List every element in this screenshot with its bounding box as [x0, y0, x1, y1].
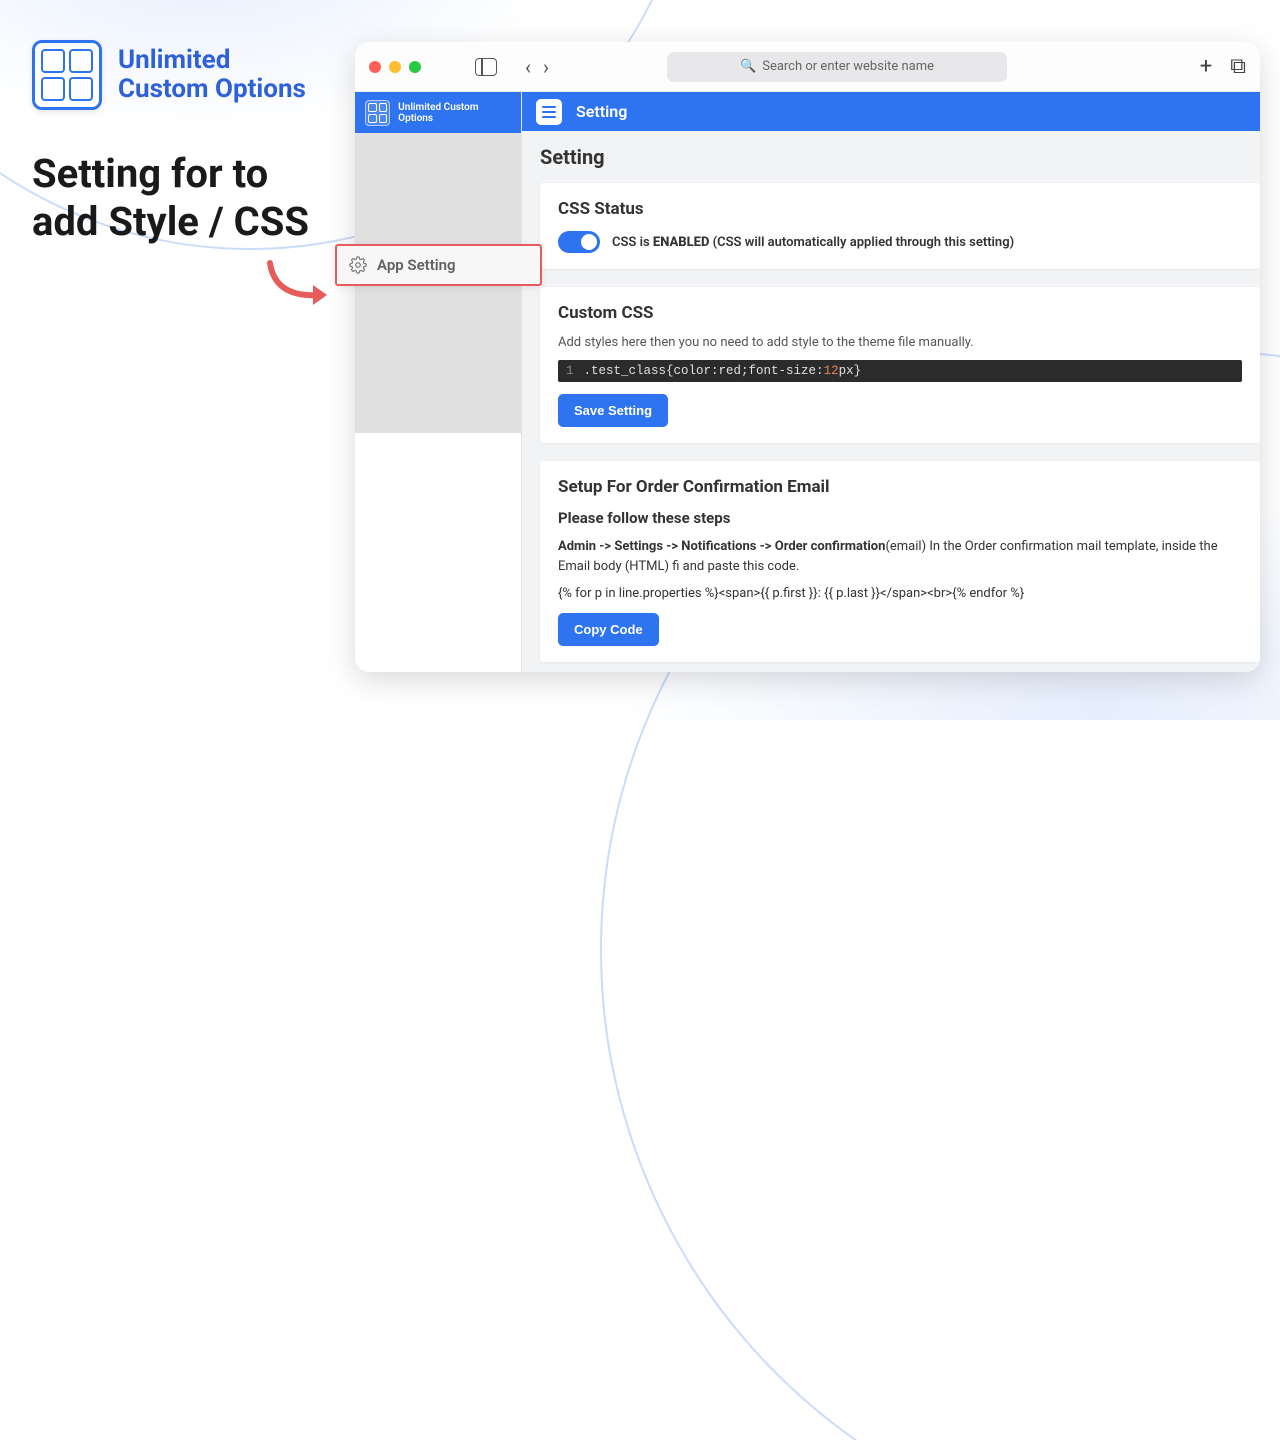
css-editor[interactable]: 1 .test_class{color:red;font-size:12px}	[558, 360, 1242, 382]
gear-icon	[349, 256, 367, 274]
custom-css-title: Custom CSS	[558, 303, 1242, 323]
menu-toggle-button[interactable]	[536, 99, 562, 125]
section-title: Setting	[540, 145, 1260, 169]
sidebar-toggle-icon[interactable]	[475, 58, 497, 76]
browser-window: ‹ › 🔍 Search or enter website name + ⧉ U…	[355, 42, 1260, 672]
sidebar-logo-icon	[365, 100, 390, 126]
custom-css-card: Custom CSS Add styles here then you no n…	[540, 287, 1260, 443]
url-placeholder: Search or enter website name	[762, 59, 934, 74]
css-status-toggle[interactable]	[558, 231, 600, 253]
promo-heading: Setting for to add Style / CSS	[32, 150, 332, 246]
css-status-title: CSS Status	[558, 199, 1242, 219]
order-email-title: Setup For Order Confirmation Email	[558, 477, 1242, 497]
tabs-overview-button[interactable]: ⧉	[1230, 54, 1246, 79]
copy-code-button[interactable]: Copy Code	[558, 613, 659, 646]
custom-css-hint: Add styles here then you no need to add …	[558, 335, 1242, 350]
css-status-label: CSS is ENABLED (CSS will automatically a…	[612, 235, 1014, 250]
css-code: .test_class{color:red;font-size:12px}	[584, 364, 862, 378]
order-email-instructions: Admin -> Settings -> Notifications -> Or…	[558, 537, 1242, 576]
close-window-button[interactable]	[369, 61, 381, 73]
page-header-title: Setting	[576, 102, 627, 121]
browser-titlebar: ‹ › 🔍 Search or enter website name + ⧉	[355, 42, 1260, 92]
sidebar-app-name: Unlimited Custom Options	[398, 102, 511, 124]
window-controls	[369, 61, 421, 73]
order-email-subheading: Please follow these steps	[558, 509, 1242, 527]
order-email-card: Setup For Order Confirmation Email Pleas…	[540, 461, 1260, 662]
minimize-window-button[interactable]	[389, 61, 401, 73]
app-logo-icon	[32, 40, 102, 110]
order-email-code: {% for p in line.properties %}<span>{{ p…	[558, 586, 1242, 601]
new-tab-button[interactable]: +	[1200, 54, 1212, 79]
line-number: 1	[566, 364, 574, 378]
page-header: Setting	[522, 92, 1260, 131]
sidebar-header: Unlimited Custom Options	[355, 92, 521, 133]
forward-button[interactable]: ›	[539, 53, 553, 81]
app-name: Unlimited Custom Options	[118, 46, 318, 103]
callout-arrow-icon	[265, 258, 335, 308]
app-setting-label: App Setting	[377, 256, 456, 274]
maximize-window-button[interactable]	[409, 61, 421, 73]
promo-logo: Unlimited Custom Options	[32, 40, 318, 110]
save-setting-button[interactable]: Save Setting	[558, 394, 668, 427]
css-status-card: CSS Status CSS is ENABLED (CSS will auto…	[540, 183, 1260, 269]
app-setting-callout[interactable]: App Setting	[335, 244, 542, 286]
search-icon: 🔍	[740, 59, 756, 74]
url-bar[interactable]: 🔍 Search or enter website name	[667, 52, 1007, 82]
back-button[interactable]: ‹	[521, 53, 535, 81]
app-sidebar: Unlimited Custom Options	[355, 92, 522, 672]
